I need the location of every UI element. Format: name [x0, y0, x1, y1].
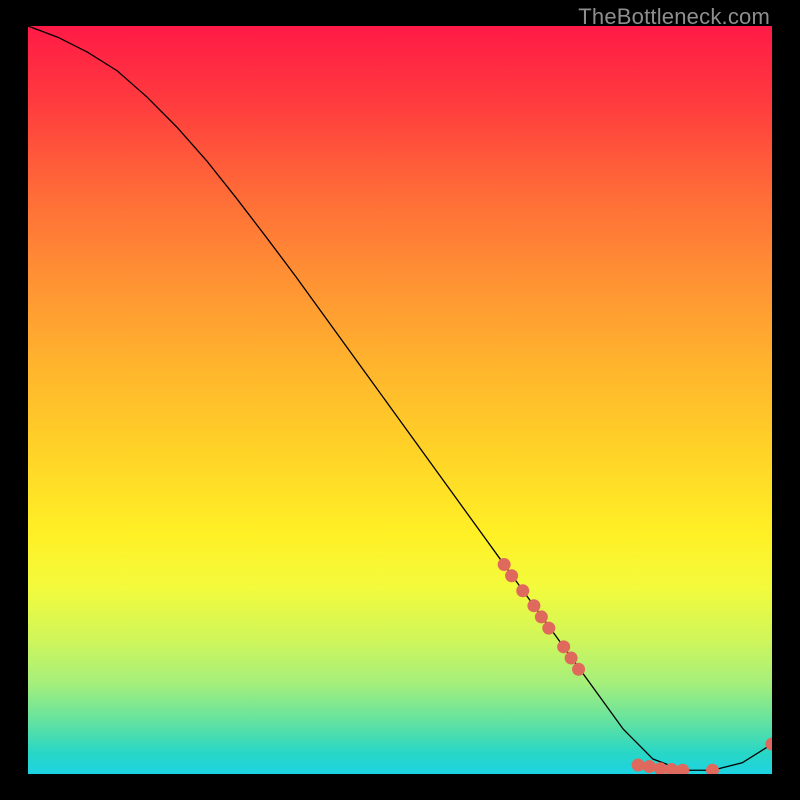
data-marker	[542, 622, 555, 635]
data-marker	[505, 569, 518, 582]
chart-svg	[28, 26, 772, 774]
data-marker	[706, 764, 719, 774]
data-marker	[676, 764, 689, 774]
data-marker	[527, 599, 540, 612]
data-marker	[498, 558, 511, 571]
data-marker	[557, 640, 570, 653]
watermark-text: TheBottleneck.com	[578, 4, 770, 30]
data-marker	[632, 759, 645, 772]
chart-area	[28, 26, 772, 774]
data-marker	[565, 652, 578, 665]
data-marker	[535, 610, 548, 623]
data-marker	[643, 760, 656, 773]
data-marker	[572, 663, 585, 676]
chart-curve	[28, 26, 772, 770]
data-marker	[766, 738, 773, 751]
data-marker	[516, 584, 529, 597]
